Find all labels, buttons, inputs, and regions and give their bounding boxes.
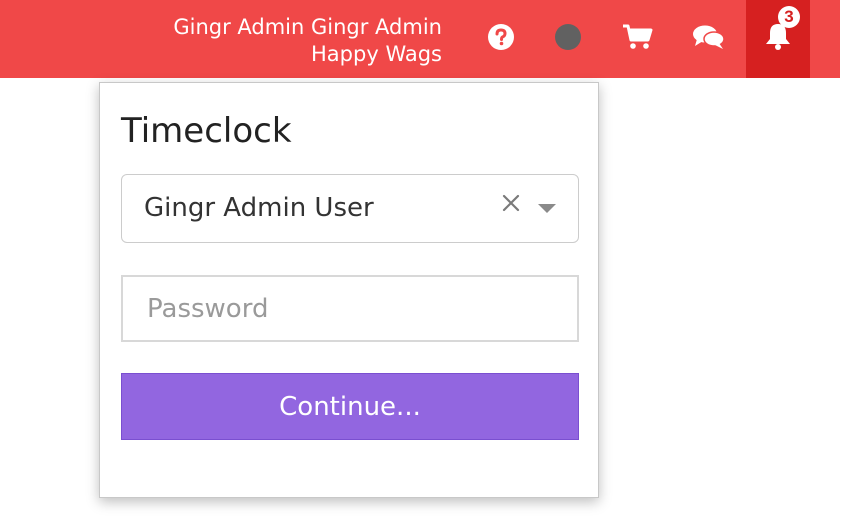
location-name: Happy Wags [311, 42, 442, 66]
notifications-button[interactable]: 3 [746, 0, 810, 78]
timeclock-panel: Timeclock Gingr Admin User Continue... [99, 82, 599, 498]
chevron-down-icon[interactable] [538, 204, 556, 213]
cart-icon[interactable] [621, 20, 655, 54]
user-info[interactable]: Gingr Admin Gingr Admin Happy Wags [173, 14, 442, 68]
status-dot [555, 24, 581, 50]
panel-title: Timeclock [121, 111, 292, 151]
status-indicator-icon[interactable] [551, 20, 585, 54]
selected-user: Gingr Admin User [144, 193, 374, 223]
navbar-edge [840, 0, 844, 78]
password-input[interactable] [121, 275, 579, 342]
user-select[interactable]: Gingr Admin User [121, 174, 579, 243]
notification-count-badge: 3 [778, 6, 800, 28]
clear-icon[interactable] [502, 194, 520, 212]
user-name: Gingr Admin Gingr Admin [173, 15, 442, 39]
chat-icon[interactable] [692, 20, 726, 54]
continue-button[interactable]: Continue... [121, 373, 579, 440]
help-icon[interactable] [484, 20, 518, 54]
top-navbar: Gingr Admin Gingr Admin Happy Wags 3 [0, 0, 840, 78]
